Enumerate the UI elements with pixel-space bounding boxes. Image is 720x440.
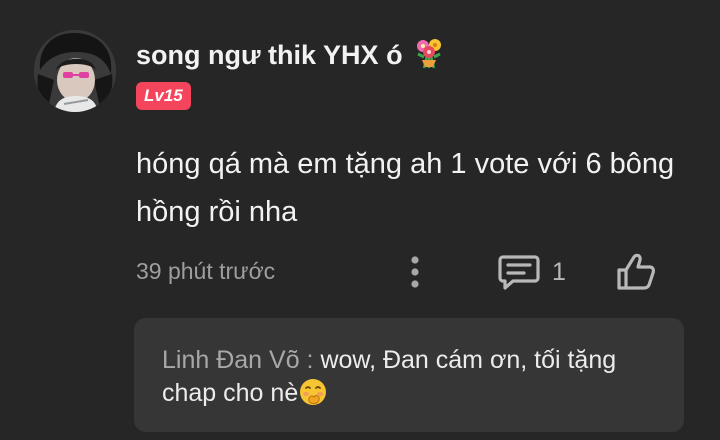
comment-text: hóng qá mà em tặng ah 1 vote với 6 bông … [136, 148, 675, 228]
reply-author[interactable]: Linh Đan Võ : [162, 346, 320, 374]
bouquet-icon [417, 39, 442, 69]
reply-preview[interactable]: Linh Đan Võ : wow, Đan cám ơn, tối tặng … [134, 318, 684, 432]
username[interactable]: song ngư thik YHX ó [136, 36, 446, 71]
reply-count: 1 [552, 258, 566, 286]
username-text: song ngư thik YHX ó [136, 40, 403, 70]
timestamp: 39 phút trước [136, 258, 276, 284]
like-thumbs-up-icon[interactable] [615, 251, 657, 293]
avatar-image [34, 30, 116, 112]
level-badge: Lv15 [136, 82, 191, 110]
more-options-icon[interactable] [400, 254, 430, 290]
comment-card: song ngư thik YHX ó Lv15 hóng qá mà em t… [0, 0, 720, 440]
avatar[interactable] [34, 30, 116, 112]
reply-text-block: Linh Đan Võ : wow, Đan cám ơn, tối tặng … [162, 344, 662, 410]
giggle-emoji-icon [300, 379, 327, 405]
reply-comment-icon[interactable] [497, 253, 541, 291]
